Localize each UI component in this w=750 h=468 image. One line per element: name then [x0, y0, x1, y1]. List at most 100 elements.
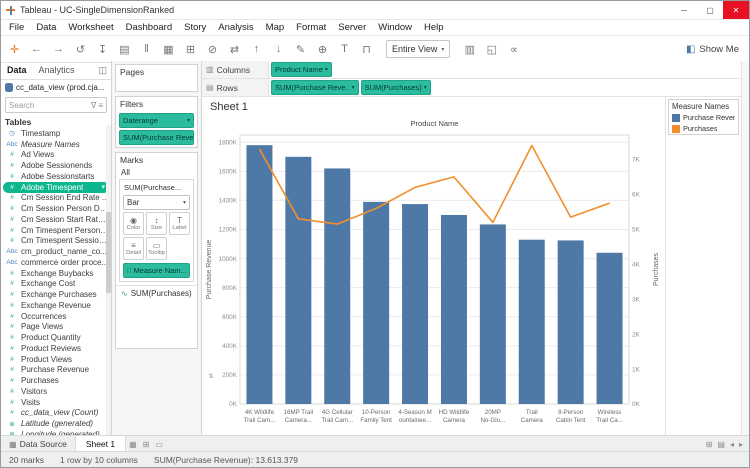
field-ad-views[interactable]: #Ad Views: [1, 150, 111, 161]
purchases-line[interactable]: [260, 146, 610, 225]
field-purchase-revenue[interactable]: #Purchase Revenue: [1, 365, 111, 376]
show-me-button[interactable]: ◧ Show Me: [686, 44, 743, 55]
bar-8[interactable]: [558, 240, 584, 404]
field-adobe-sessionends[interactable]: #Adobe Sessionends: [1, 160, 111, 171]
marks-size-button[interactable]: ↕Size: [146, 212, 167, 235]
redo-icon[interactable]: →: [51, 43, 66, 55]
field-visits[interactable]: #Visits: [1, 397, 111, 408]
replay-icon[interactable]: ↺: [73, 43, 88, 56]
marks-active-measure[interactable]: SUM(Purchase...: [122, 182, 191, 193]
undo-icon[interactable]: ←: [29, 43, 44, 55]
chart[interactable]: 0K200K400K600K800K1000K1200K1400K1600K18…: [202, 115, 665, 436]
marks-detail-button[interactable]: ≡Detail: [123, 237, 144, 260]
minimize-button[interactable]: ─: [671, 1, 697, 19]
menu-analysis[interactable]: Analysis: [212, 22, 259, 33]
filter-pill-daterange[interactable]: Daterange▾: [119, 113, 194, 128]
filter-pill-sum-purchase-reve[interactable]: SUM(Purchase Reve...▾: [119, 130, 194, 145]
field-product-views[interactable]: #Product Views: [1, 354, 111, 365]
show-filmstrip-icon[interactable]: ▤: [717, 440, 725, 449]
fields-scrollbar[interactable]: [106, 125, 111, 436]
legend-item-purchase-revenue[interactable]: Purchase Revenue: [669, 112, 738, 123]
vertical-scrollbar[interactable]: [741, 61, 749, 436]
bar-1[interactable]: [285, 157, 311, 404]
swap-axes-icon[interactable]: ⇄: [227, 43, 242, 56]
measure-names-legend[interactable]: Measure Names Purchase RevenuePurchases: [668, 99, 739, 135]
show-sheet-sorter-icon[interactable]: ⊞: [706, 440, 713, 449]
bar-0[interactable]: [246, 145, 272, 404]
new-story-button[interactable]: ▭: [152, 440, 166, 449]
scroll-tabs-left-icon[interactable]: ◂: [730, 440, 734, 449]
field-cm-timespent-person[interactable]: #Cm Timespent Person ...: [1, 225, 111, 236]
field-exchange-buybacks[interactable]: #Exchange Buybacks: [1, 268, 111, 279]
fit-dropdown[interactable]: Entire View ▾: [386, 40, 450, 58]
save-icon[interactable]: ↧: [95, 43, 110, 56]
menu-help[interactable]: Help: [418, 22, 450, 33]
field-timestamp[interactable]: ◷Timestamp: [1, 128, 111, 139]
field-cm-timespent-session[interactable]: #Cm Timespent Session...: [1, 236, 111, 247]
pause-updates-icon[interactable]: ‖: [139, 43, 154, 55]
group-icon[interactable]: ⊕: [315, 43, 330, 56]
share-icon[interactable]: ∝: [506, 43, 521, 56]
menu-dashboard[interactable]: Dashboard: [120, 22, 178, 33]
rows-shelf[interactable]: SUM(Purchase Reve..▾SUM(Purchases)▾: [269, 80, 741, 95]
field-product-reviews[interactable]: #Product Reviews: [1, 343, 111, 354]
marks-card[interactable]: Marks All SUM(Purchase... Bar ▾ ◉Color↕S…: [115, 152, 198, 349]
menu-format[interactable]: Format: [290, 22, 332, 33]
field-page-views[interactable]: #Page Views: [1, 322, 111, 333]
menu-data[interactable]: Data: [30, 22, 62, 33]
scrollbar-thumb[interactable]: [106, 212, 111, 293]
field-cm-session-end-rate[interactable]: #Cm Session End Rate ...: [1, 193, 111, 204]
field-measure-names[interactable]: AbcMeasure Names: [1, 139, 111, 150]
duplicate-icon[interactable]: ⊞: [183, 43, 198, 56]
field-occurrences[interactable]: #Occurrences: [1, 311, 111, 322]
new-worksheet-icon[interactable]: ▦: [161, 43, 176, 56]
bar-5[interactable]: [441, 215, 467, 404]
field-exchange-purchases[interactable]: #Exchange Purchases: [1, 289, 111, 300]
clear-sheet-icon[interactable]: ⊘: [205, 43, 220, 56]
tab-data[interactable]: Data: [1, 65, 33, 75]
rows-pill-sum-purchases[interactable]: SUM(Purchases)▾: [361, 80, 431, 95]
highlight-icon[interactable]: ✎: [293, 43, 308, 56]
legend-item-purchases[interactable]: Purchases: [669, 123, 738, 134]
maximize-button[interactable]: ▢: [697, 1, 723, 19]
marks-all-label[interactable]: All: [116, 167, 197, 178]
search-input[interactable]: Search ∇≡: [5, 97, 107, 113]
sort-ascending-icon[interactable]: ↑: [249, 43, 264, 55]
columns-shelf[interactable]: Product Name▾: [269, 62, 741, 77]
field-cm-product-name-co[interactable]: Abccm_product_name_co...: [1, 246, 111, 257]
field-purchases[interactable]: #Purchases: [1, 375, 111, 386]
field-latitude-generated[interactable]: ⊕Latitude (generated): [1, 418, 111, 429]
menu-server[interactable]: Server: [332, 22, 372, 33]
collapse-pane-icon[interactable]: ◫: [98, 65, 111, 76]
field-commerce-order-proce[interactable]: Abccommerce order proce...: [1, 257, 111, 268]
menu-story[interactable]: Story: [178, 22, 212, 33]
field-adobe-sessionstarts[interactable]: #Adobe Sessionstarts: [1, 171, 111, 182]
bar-3[interactable]: [363, 202, 389, 404]
field-adobe-timespent[interactable]: #Adobe Timespent▾: [3, 182, 109, 193]
show-labels-icon[interactable]: T: [337, 43, 352, 55]
view-options-icon[interactable]: ≡: [98, 101, 103, 110]
data-source-connection[interactable]: cc_data_view (prod.cja...: [1, 80, 111, 95]
marks-tooltip-button[interactable]: ▭Tooltip: [146, 237, 167, 260]
marks-label-button[interactable]: TLabel: [169, 212, 190, 235]
add-data-icon[interactable]: ▤: [117, 43, 132, 56]
bar-7[interactable]: [519, 240, 545, 404]
marks-color-button[interactable]: ◉Color: [123, 212, 144, 235]
filters-shelf[interactable]: Filters Daterange▾SUM(Purchase Reve...▾: [115, 96, 198, 148]
field-cc-data-view-count[interactable]: #cc_data_view (Count): [1, 408, 111, 419]
bar-4[interactable]: [402, 204, 428, 404]
bar-6[interactable]: [480, 224, 506, 404]
new-worksheet-button[interactable]: ▦: [126, 440, 140, 449]
show-cards-icon[interactable]: ▥: [462, 43, 477, 56]
new-dashboard-button[interactable]: ⊞: [140, 440, 153, 449]
data-source-tab[interactable]: ▦ Data Source: [1, 436, 76, 452]
menu-worksheet[interactable]: Worksheet: [62, 22, 119, 33]
sheet-tab[interactable]: Sheet 1: [76, 436, 126, 452]
rows-pill-sum-purchase-reve[interactable]: SUM(Purchase Reve..▾: [271, 80, 359, 95]
fix-axes-icon[interactable]: ⊓: [359, 43, 374, 56]
menu-window[interactable]: Window: [372, 22, 418, 33]
field-exchange-revenue[interactable]: #Exchange Revenue: [1, 300, 111, 311]
columns-pill-product-name[interactable]: Product Name▾: [271, 62, 332, 77]
tab-analytics[interactable]: Analytics: [33, 65, 81, 75]
sort-descending-icon[interactable]: ↓: [271, 43, 286, 55]
